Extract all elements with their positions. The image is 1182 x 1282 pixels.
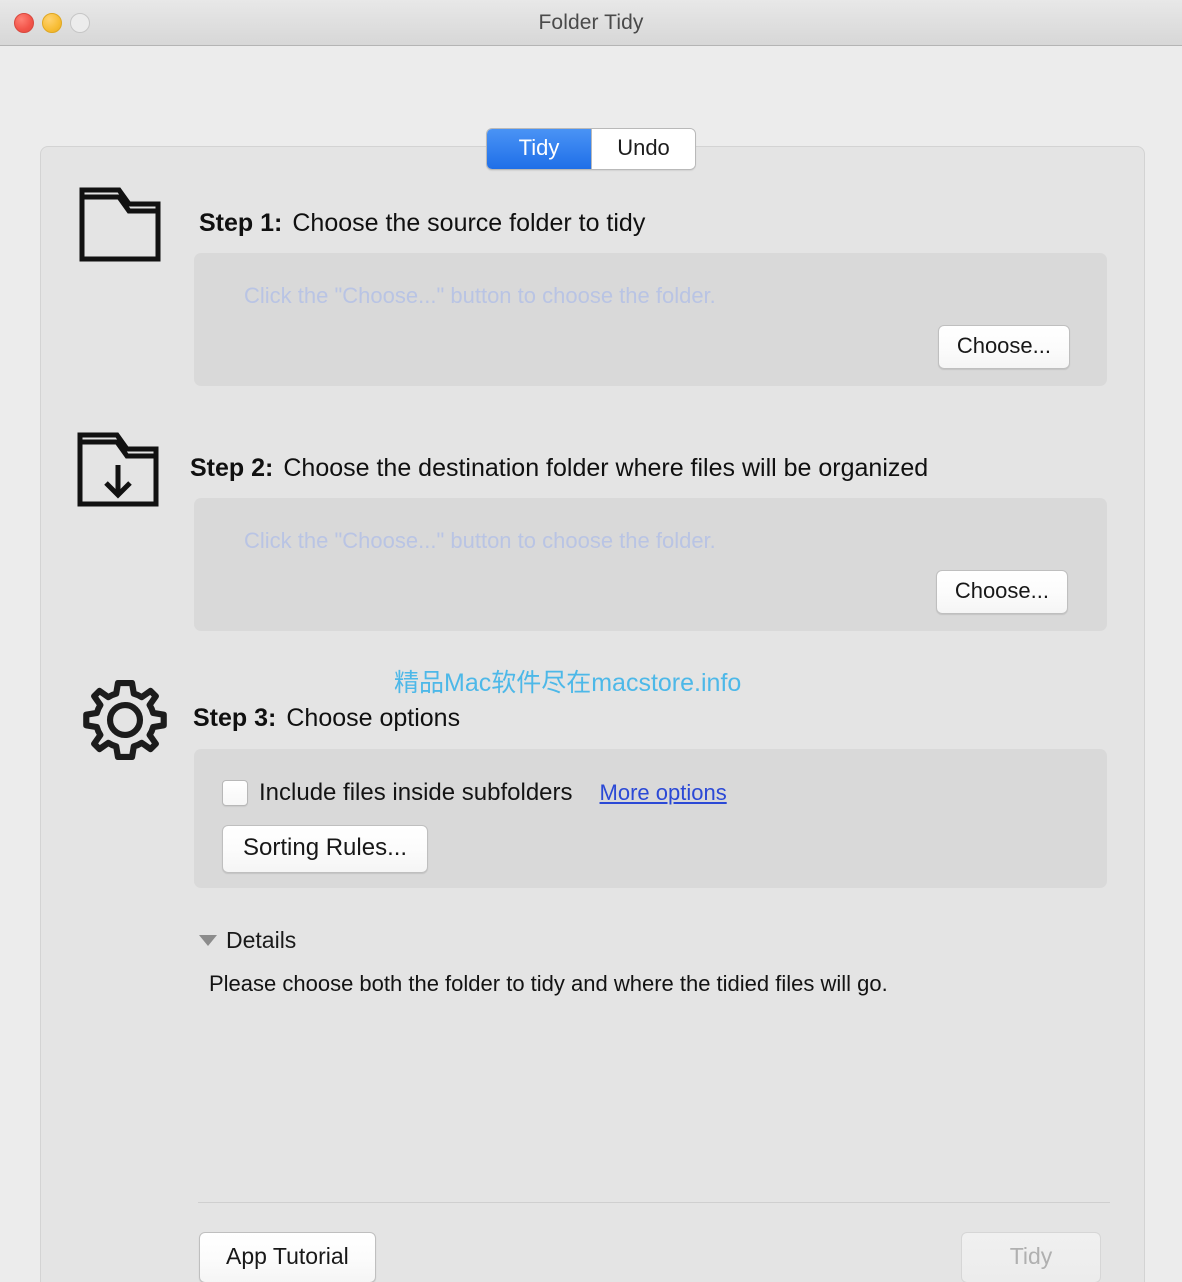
step-1-title: Step 1: Choose the source folder to tidy xyxy=(199,209,645,238)
tidy-button[interactable]: Tidy xyxy=(961,1232,1101,1282)
details-disclosure[interactable]: Details xyxy=(199,927,296,954)
destination-choose-button[interactable]: Choose... xyxy=(935,570,1068,614)
window-title: Folder Tidy xyxy=(538,10,644,34)
source-drop-hint: Click the "Choose..." button to choose t… xyxy=(244,283,716,308)
app-window: Folder Tidy Tidy Undo Step 1: Choose the … xyxy=(0,0,1182,1282)
options-box: Include files inside subfolders More opt… xyxy=(194,749,1107,888)
include-subfolders-row: Include files inside subfolders More opt… xyxy=(222,779,727,807)
tab-undo[interactable]: Undo xyxy=(591,129,695,169)
content-area: Tidy Undo Step 1: Choose the source folde… xyxy=(0,46,1182,1282)
watermark-text: 精品Mac软件尽在macstore.info xyxy=(394,669,742,697)
details-label: Details xyxy=(226,927,297,953)
traffic-lights xyxy=(14,0,90,46)
footer-left: App Tutorial xyxy=(199,1232,376,1282)
more-options-link[interactable]: More options xyxy=(600,780,727,806)
step-1-description: Choose the source folder to tidy xyxy=(292,209,646,237)
details-message: Please choose both the folder to tidy an… xyxy=(209,971,888,996)
footer-separator xyxy=(198,1202,1110,1203)
include-subfolders-label: Include files inside subfolders xyxy=(259,779,573,806)
tab-bar: Tidy Undo xyxy=(486,128,696,170)
title-bar: Folder Tidy xyxy=(0,0,1182,46)
gear-icon xyxy=(81,676,169,769)
source-drop-area[interactable]: Click the "Choose..." button to choose t… xyxy=(194,253,1107,386)
main-panel: Step 1: Choose the source folder to tidy … xyxy=(40,146,1145,1282)
destination-drop-area[interactable]: Click the "Choose..." button to choose t… xyxy=(194,498,1107,631)
step-2-title: Step 2: Choose the destination folder whe… xyxy=(190,454,928,483)
minimize-button[interactable] xyxy=(42,13,62,33)
folder-icon xyxy=(79,187,161,267)
step-2-number: Step 2: xyxy=(190,454,274,482)
step-1-number: Step 1: xyxy=(199,209,283,237)
chevron-down-icon[interactable] xyxy=(199,935,217,946)
footer-right: Tidy xyxy=(961,1232,1101,1282)
app-tutorial-button[interactable]: App Tutorial xyxy=(199,1232,376,1282)
close-button[interactable] xyxy=(14,13,34,33)
step-3-description: Choose options xyxy=(286,704,461,732)
zoom-button[interactable] xyxy=(70,13,90,33)
tab-tidy[interactable]: Tidy xyxy=(487,129,591,169)
step-2-description: Choose the destination folder where file… xyxy=(283,454,929,482)
folder-download-icon xyxy=(77,432,159,512)
destination-drop-hint: Click the "Choose..." button to choose t… xyxy=(244,528,716,553)
step-3-title: Step 3: Choose options xyxy=(193,704,460,733)
sorting-rules-button[interactable]: Sorting Rules... xyxy=(222,825,429,873)
source-choose-button[interactable]: Choose... xyxy=(937,325,1070,369)
include-subfolders-checkbox[interactable] xyxy=(222,780,248,806)
step-3-number: Step 3: xyxy=(193,704,277,732)
